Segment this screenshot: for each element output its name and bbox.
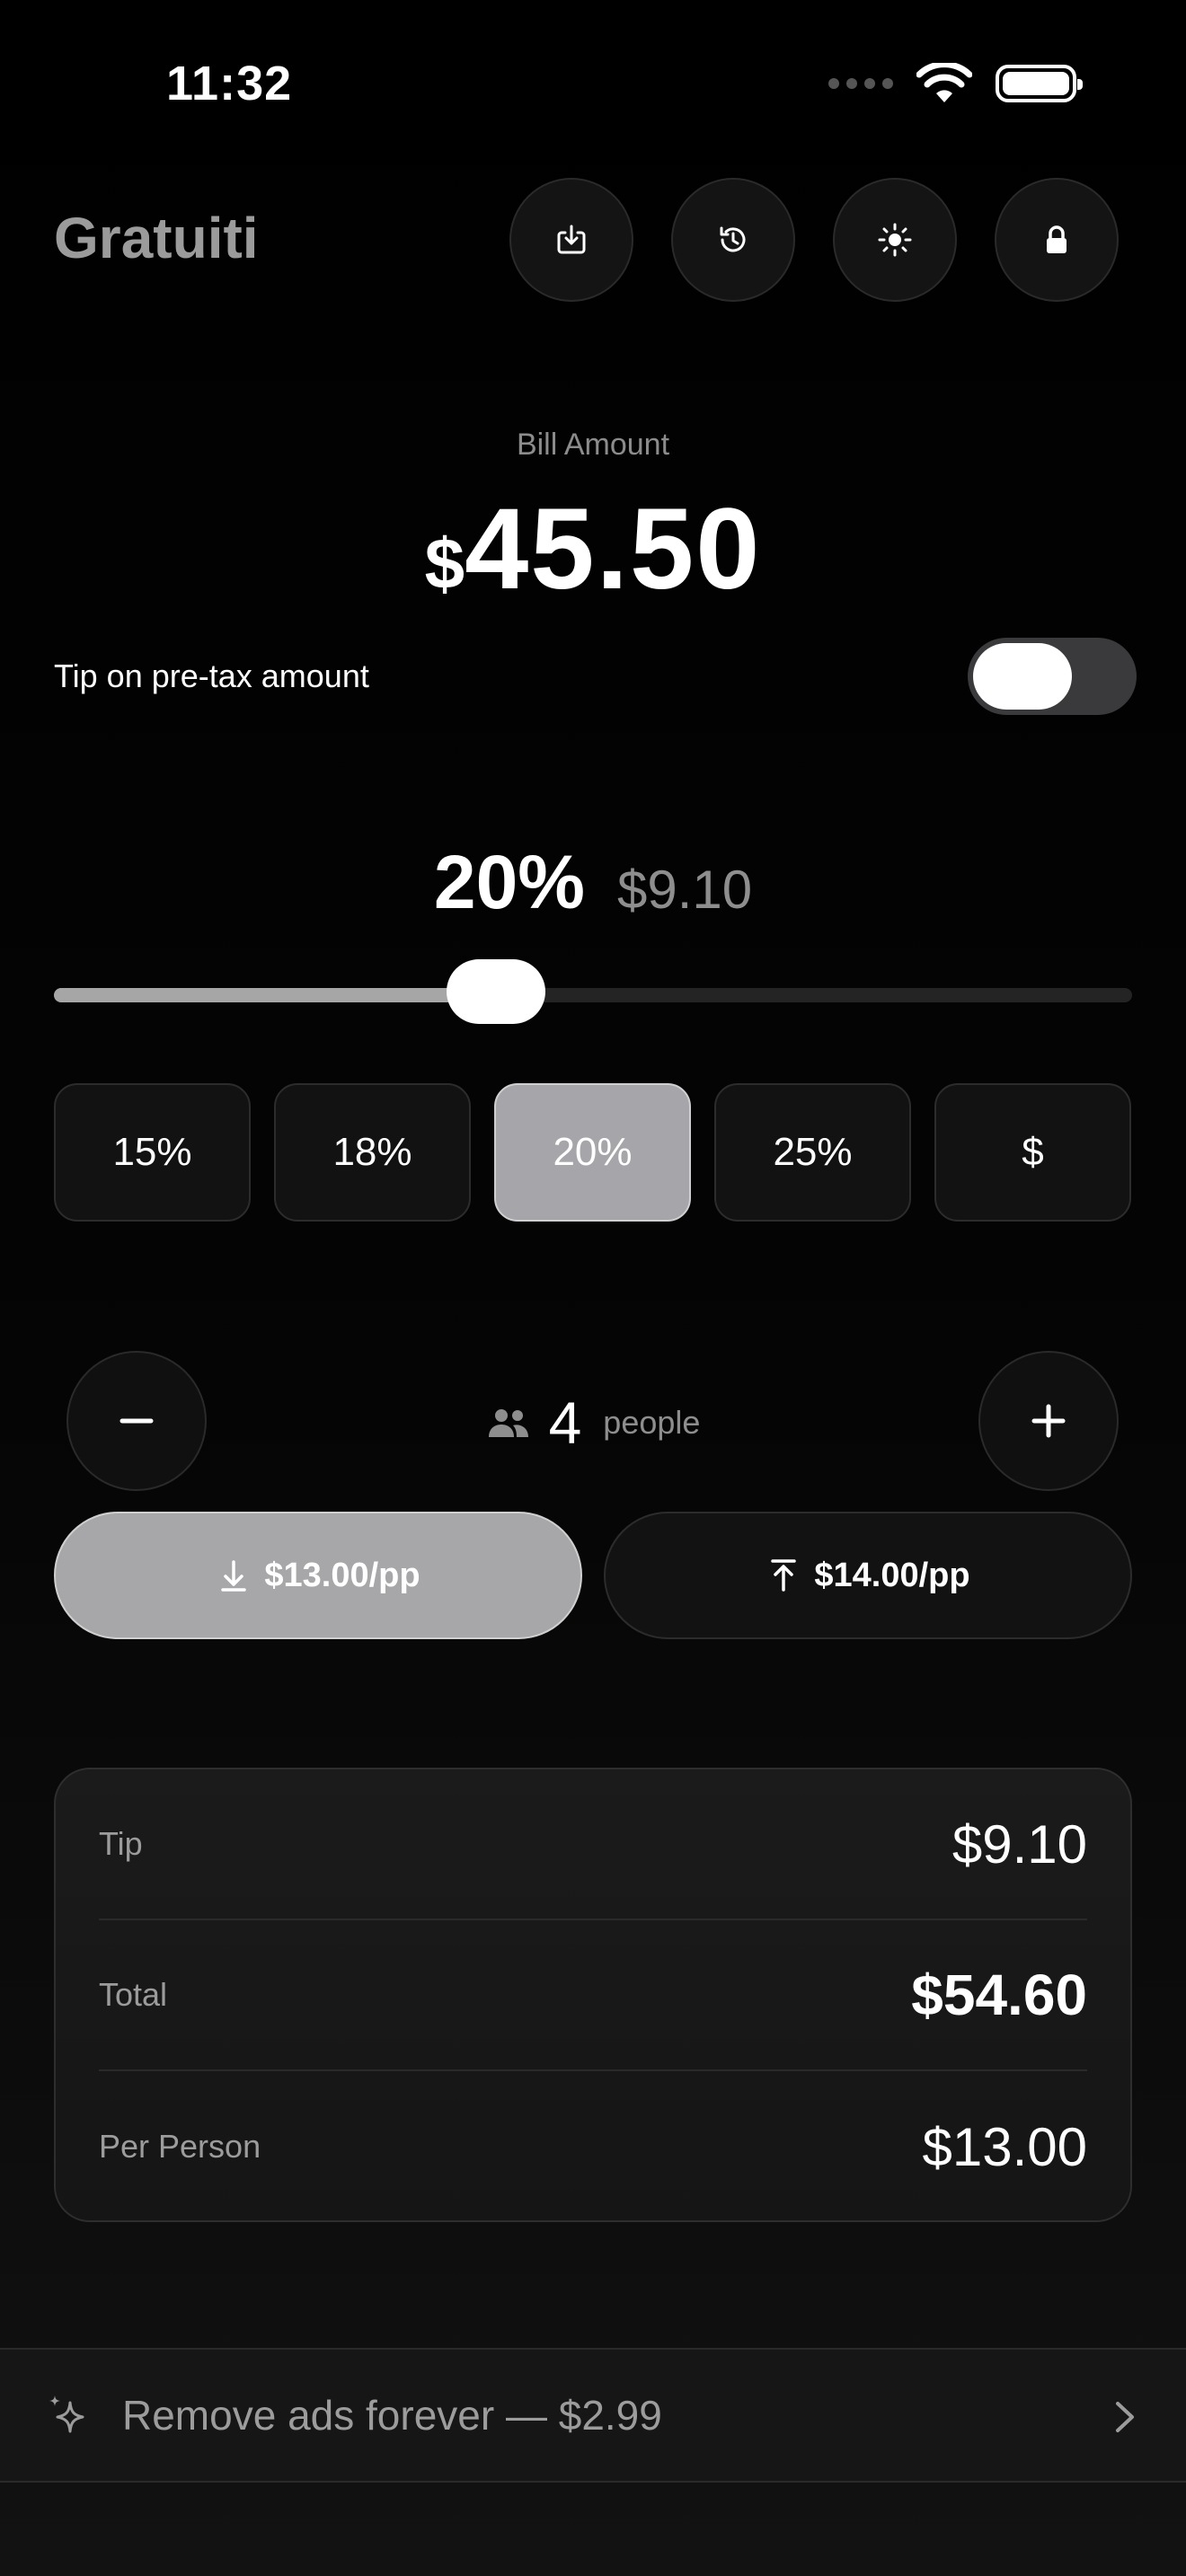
slider-fill <box>54 988 496 1002</box>
theme-button[interactable] <box>833 178 957 302</box>
per-person-value: $13.00 <box>922 2116 1087 2177</box>
tip-presets: 15% 18% 20% 25% $ <box>54 1083 1131 1222</box>
tip-amount: $9.10 <box>616 860 753 920</box>
history-button[interactable] <box>671 178 795 302</box>
tip-slider[interactable] <box>54 959 1132 1024</box>
round-up-button[interactable]: $14.00/pp <box>604 1512 1132 1639</box>
round-up-label: $14.00/pp <box>814 1556 970 1594</box>
bill-amount-value: 45.50 <box>465 485 762 613</box>
toggle-knob <box>973 643 1072 710</box>
per-person-label: Per Person <box>99 2128 261 2165</box>
preset-15-button[interactable]: 15% <box>54 1083 251 1222</box>
pretax-toggle[interactable] <box>968 638 1137 715</box>
preset-25-button[interactable]: 25% <box>714 1083 911 1222</box>
custom-amount-button[interactable]: $ <box>934 1083 1131 1222</box>
slider-thumb[interactable] <box>447 959 545 1024</box>
round-down-button[interactable]: $13.00/pp <box>54 1512 582 1639</box>
people-label: people <box>603 1404 701 1441</box>
export-button[interactable] <box>509 178 633 302</box>
round-down-label: $13.00/pp <box>264 1556 420 1594</box>
bill-amount-label: Bill Amount <box>516 428 670 462</box>
app-title: Gratuiti <box>54 206 259 270</box>
arrow-up-icon <box>771 1559 797 1592</box>
summary-row-per-person: Per Person $13.00 <box>99 2071 1087 2222</box>
app-screen: 11:32 Gratuiti Bill Amount $45.50 Tip on… <box>0 0 1186 2576</box>
tip-value: $9.10 <box>951 1813 1087 1875</box>
summary-row-tip: Tip $9.10 <box>99 1769 1087 1920</box>
tip-label: Tip <box>99 1825 143 1862</box>
summary-row-total: Total $54.60 <box>99 1920 1087 2071</box>
remove-ads-banner[interactable]: Remove ads forever — $2.99 <box>0 2348 1186 2483</box>
arrow-down-icon <box>221 1560 247 1592</box>
battery-icon <box>996 65 1083 102</box>
status-time: 11:32 <box>166 57 293 110</box>
lock-icon <box>1047 225 1067 253</box>
tip-percent: 20% <box>433 840 585 924</box>
preset-18-button[interactable]: 18% <box>274 1083 471 1222</box>
pretax-label: Tip on pre-tax amount <box>54 657 369 694</box>
bill-amount-display[interactable]: $45.50 <box>0 492 1186 607</box>
people-count: 4 <box>548 1389 582 1456</box>
cellular-signal-icon <box>828 78 893 89</box>
total-label: Total <box>99 1976 168 2013</box>
sparkle-icon <box>49 2395 84 2433</box>
brightness-icon <box>878 223 912 257</box>
remove-ads-label: Remove ads forever — $2.99 <box>122 2392 662 2439</box>
increase-people-button[interactable] <box>978 1351 1119 1491</box>
lock-button[interactable] <box>995 178 1119 302</box>
tip-display: 20% $9.10 <box>0 844 1186 920</box>
wifi-icon <box>916 63 972 102</box>
history-icon <box>720 226 746 252</box>
chevron-right-icon <box>1116 2402 1134 2432</box>
plus-icon <box>1031 1404 1066 1438</box>
summary-card: Tip $9.10 Total $54.60 Per Person $13.00 <box>54 1768 1132 2222</box>
bill-currency-symbol: $ <box>424 524 465 604</box>
people-icon <box>488 1409 528 1437</box>
download-icon <box>557 225 586 254</box>
preset-20-button[interactable]: 20% <box>494 1083 691 1222</box>
total-value: $54.60 <box>911 1963 1087 2027</box>
status-icons <box>828 63 1083 104</box>
